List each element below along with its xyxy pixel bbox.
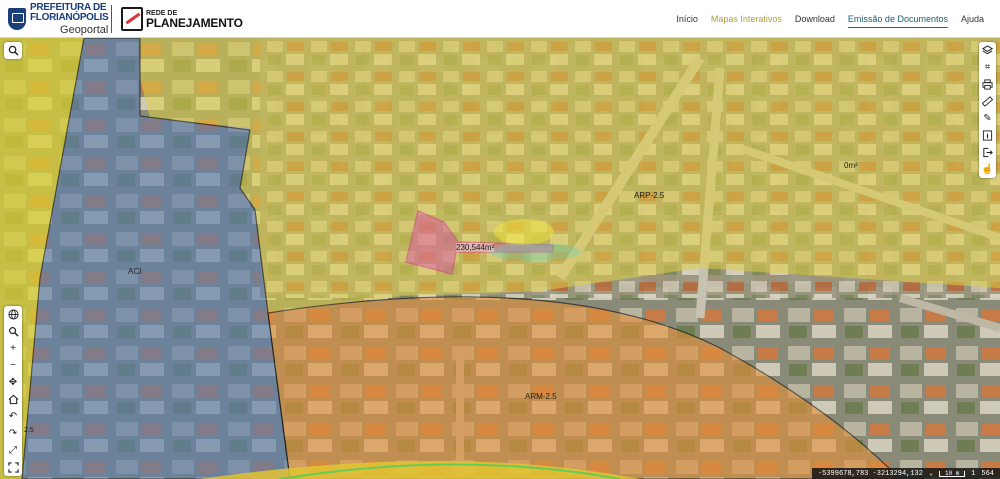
shield-icon — [8, 8, 26, 30]
nav-inicio[interactable]: Início — [676, 11, 698, 27]
globe-icon[interactable] — [5, 306, 22, 323]
coordinate-readout: -5399678,783 -3213294,132 — [817, 469, 923, 478]
map-imagery — [0, 38, 1000, 479]
ruler-icon[interactable] — [979, 93, 996, 110]
area-measure-label: 230,544m² — [456, 243, 495, 252]
header-divider — [111, 5, 112, 33]
export-icon[interactable] — [979, 144, 996, 161]
main-nav: Início Mapas Interativos Download Emissã… — [676, 0, 984, 38]
search-icon[interactable] — [5, 42, 22, 59]
prefeitura-line2: FLORIANÓPOLIS — [30, 11, 109, 23]
pan-icon[interactable]: ✥ — [5, 374, 22, 391]
rede-logo-icon — [121, 7, 143, 31]
home-icon[interactable] — [5, 391, 22, 408]
grid-icon[interactable]: ⌗ — [979, 59, 996, 76]
left-search-toolbar — [4, 42, 22, 59]
zone-label-arm: ARM-2.5 — [525, 392, 557, 401]
fullscreen-icon[interactable] — [5, 459, 22, 476]
zone-label-arp: ARP-2.5 — [634, 191, 665, 200]
map-status-bar: -5399678,783 -3213294,132 ⌄ 10 m 1 564 — [811, 468, 1000, 479]
coordinate-dropdown-icon[interactable]: ⌄ — [929, 469, 933, 478]
hand-icon[interactable]: ☝ — [979, 161, 996, 178]
nav-download[interactable]: Download — [795, 11, 835, 27]
layers-icon[interactable] — [979, 42, 996, 59]
nav-mapas-interativos[interactable]: Mapas Interativos — [711, 11, 782, 27]
nav-emissao-documentos[interactable]: Emissão de Documentos — [847, 11, 948, 28]
zone-label-aci: ACI — [128, 267, 142, 276]
nav-ajuda[interactable]: Ajuda — [961, 11, 984, 27]
info-icon[interactable] — [979, 127, 996, 144]
undo-icon[interactable]: ↶ — [5, 408, 22, 425]
left-map-toolbar: + − ✥ ↶ ↷ ⤢ — [4, 306, 22, 476]
print-icon[interactable] — [979, 76, 996, 93]
right-map-toolbar: ⌗ ✎ ☝ — [979, 42, 996, 178]
draw-icon[interactable]: ✎ — [979, 110, 996, 127]
geoportal-label: Geoportal — [60, 23, 109, 36]
rede-planejamento-logo[interactable]: REDE DE PLANEJAMENTO — [121, 4, 243, 34]
expand-icon[interactable]: ⤢ — [5, 442, 22, 459]
scale-bar: 10 m — [939, 470, 966, 477]
scale-ratio-1: 1 — [971, 469, 976, 478]
map-canvas[interactable]: ACI ARP-2.5 ARM-2.5 2.5 230,544m² 0m² + … — [0, 38, 1000, 479]
prefeitura-line1: PREFEITURA DE — [30, 1, 107, 13]
zoom-area-icon[interactable] — [5, 323, 22, 340]
prefeitura-logo[interactable]: PREFEITURA DE FLORIANÓPOLIS Geoportal — [8, 1, 109, 36]
rede-line2: PLANEJAMENTO — [146, 15, 243, 30]
header-bar: PREFEITURA DE FLORIANÓPOLIS Geoportal RE… — [0, 0, 1000, 38]
area-measure-label-2: 0m² — [844, 161, 858, 170]
zone-label-small: 2.5 — [24, 427, 34, 434]
redo-icon[interactable]: ↷ — [5, 425, 22, 442]
zoom-in-icon[interactable]: + — [5, 340, 22, 357]
scale-ratio-2[interactable]: 564 — [981, 470, 994, 478]
zoom-out-icon[interactable]: − — [5, 357, 22, 374]
